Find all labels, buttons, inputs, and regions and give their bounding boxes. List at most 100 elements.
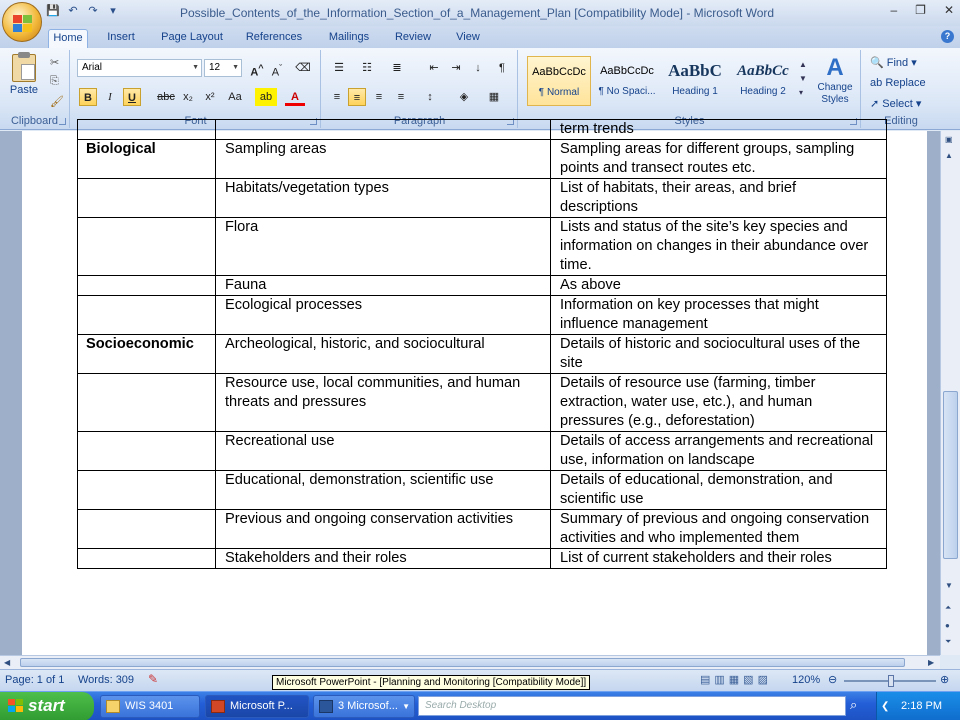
next-page-icon[interactable]: ⏷ xyxy=(945,637,951,647)
tab-insert[interactable]: Insert xyxy=(98,29,144,48)
category-cell[interactable] xyxy=(77,275,216,296)
numbering-icon[interactable]: ☷ xyxy=(356,59,378,77)
search-icon[interactable]: ⌕ xyxy=(850,697,857,713)
change-styles-button[interactable]: A Change Styles xyxy=(813,54,857,106)
align-right-icon[interactable]: ≡ xyxy=(370,88,388,106)
document-page[interactable]: term trends Biological Sampling areas Samp… xyxy=(22,119,927,655)
clipboard-launcher-icon[interactable] xyxy=(59,118,66,125)
vertical-scroll-thumb[interactable] xyxy=(943,391,958,559)
font-name-select[interactable]: Arial ▼ xyxy=(77,59,202,77)
category-cell[interactable] xyxy=(77,509,216,549)
minimize-button[interactable]: – xyxy=(890,3,897,17)
clock[interactable]: 2:18 PM xyxy=(901,700,942,712)
align-center-icon[interactable]: ≡ xyxy=(348,88,366,106)
style-heading-1[interactable]: AaBbC Heading 1 xyxy=(663,56,727,106)
show-marks-icon[interactable]: ¶ xyxy=(492,59,512,77)
style-no-spacing[interactable]: AaBbCcDc ¶ No Spaci... xyxy=(595,56,659,106)
description-cell[interactable]: Summary of previous and ongoing conserva… xyxy=(550,509,887,549)
font-size-select[interactable]: 12 ▼ xyxy=(204,59,242,77)
tab-page-layout[interactable]: Page Layout xyxy=(156,29,228,48)
save-icon[interactable]: 💾 xyxy=(46,4,60,18)
help-icon[interactable]: ? xyxy=(941,30,954,43)
office-button[interactable] xyxy=(2,2,42,42)
borders-icon[interactable]: ▦ xyxy=(482,88,506,106)
item-cell[interactable]: Ecological processes xyxy=(215,295,551,335)
tab-mailings[interactable]: Mailings xyxy=(320,29,378,48)
taskbar-item-powerpoint[interactable]: Microsoft P... xyxy=(205,695,309,718)
category-cell[interactable]: Biological xyxy=(77,139,216,179)
italic-button[interactable]: I xyxy=(101,88,119,106)
underline-button[interactable]: U xyxy=(123,88,141,106)
category-cell[interactable] xyxy=(77,373,216,432)
item-cell[interactable]: Educational, demonstration, scientific u… xyxy=(215,470,551,510)
tab-references[interactable]: References xyxy=(240,29,308,48)
item-cell[interactable]: Fauna xyxy=(215,275,551,296)
copy-icon[interactable]: ⎘ xyxy=(50,75,59,88)
browse-object-icon[interactable]: ● xyxy=(945,621,950,630)
zoom-slider-thumb[interactable] xyxy=(888,675,894,687)
item-cell[interactable]: Habitats/vegetation types xyxy=(215,178,551,218)
item-cell[interactable]: Flora xyxy=(215,217,551,276)
item-cell[interactable]: Previous and ongoing conservation activi… xyxy=(215,509,551,549)
bold-button[interactable]: B xyxy=(79,88,97,106)
taskbar-item-word-group[interactable]: 3 Microsof... ▼ xyxy=(313,695,415,718)
justify-icon[interactable]: ≡ xyxy=(392,88,410,106)
styles-scroll[interactable]: ▲ ▼ ▾ xyxy=(799,58,807,100)
style-normal[interactable]: AaBbCcDc ¶ Normal xyxy=(527,56,591,106)
shading-icon[interactable]: ◈ xyxy=(452,88,476,106)
undo-icon[interactable]: ↶ xyxy=(66,4,80,18)
category-cell[interactable] xyxy=(77,119,216,140)
description-cell[interactable]: List of current stakeholders and their r… xyxy=(550,548,887,569)
description-cell[interactable]: Details of resource use (farming, timber… xyxy=(550,373,887,432)
item-cell[interactable]: Archeological, historic, and sociocultur… xyxy=(215,334,551,374)
word-count[interactable]: Words: 309 xyxy=(78,674,134,686)
description-cell[interactable]: Details of historic and sociocultural us… xyxy=(550,334,887,374)
change-case-button[interactable]: Aa xyxy=(223,88,247,106)
description-cell[interactable]: As above xyxy=(550,275,887,296)
item-cell[interactable] xyxy=(215,119,551,140)
tab-review[interactable]: Review xyxy=(390,29,436,48)
highlight-color-icon[interactable]: ab xyxy=(255,88,277,106)
description-cell[interactable]: Lists and status of the site’s key speci… xyxy=(550,217,887,276)
tray-arrow-icon[interactable]: ❮ xyxy=(881,692,889,720)
taskbar-item-wis3401[interactable]: WIS 3401 xyxy=(100,695,200,718)
zoom-slider[interactable] xyxy=(844,675,936,687)
shrink-font-icon[interactable]: Aˇ xyxy=(267,59,287,79)
search-desktop-input[interactable]: Search Desktop xyxy=(418,696,846,716)
strikethrough-button[interactable]: abc xyxy=(155,88,177,106)
style-heading-2[interactable]: AaBbCc Heading 2 xyxy=(731,56,795,106)
restore-button[interactable]: ❐ xyxy=(915,3,926,17)
customize-qat-icon[interactable]: ▾ xyxy=(106,4,120,18)
page-count[interactable]: Page: 1 of 1 xyxy=(5,674,64,686)
zoom-level[interactable]: 120% xyxy=(792,674,820,686)
description-cell[interactable]: List of habitats, their areas, and brief… xyxy=(550,178,887,218)
subscript-button[interactable]: x₂ xyxy=(179,88,197,106)
scroll-up-icon[interactable]: ▲ xyxy=(945,151,953,160)
close-button[interactable]: ✕ xyxy=(944,3,954,17)
item-cell[interactable]: Sampling areas xyxy=(215,139,551,179)
tab-home[interactable]: Home xyxy=(48,29,88,48)
vertical-scrollbar[interactable]: ▣ ▲ ▼ ⏶ ● ⏷ xyxy=(940,131,960,655)
increase-indent-icon[interactable]: ⇥ xyxy=(446,59,466,77)
view-buttons[interactable]: ▤▥▦▧▨ xyxy=(700,673,772,686)
scroll-left-icon[interactable]: ◀ xyxy=(4,658,10,667)
zoom-out-icon[interactable]: ⊖ xyxy=(828,673,837,686)
category-cell[interactable] xyxy=(77,178,216,218)
category-cell[interactable]: Socioeconomic xyxy=(77,334,216,374)
proofing-icon[interactable]: ✎ xyxy=(148,672,158,686)
category-cell[interactable] xyxy=(77,217,216,276)
font-color-icon[interactable]: A xyxy=(285,88,305,106)
tab-view[interactable]: View xyxy=(448,29,488,48)
category-cell[interactable] xyxy=(77,470,216,510)
ruler-toggle-icon[interactable]: ▣ xyxy=(945,135,953,144)
scroll-right-icon[interactable]: ▶ xyxy=(928,658,934,667)
horizontal-scroll-thumb[interactable] xyxy=(20,658,905,667)
find-button[interactable]: 🔍 Find ▾ xyxy=(870,56,917,69)
description-cell[interactable]: Details of access arrangements and recre… xyxy=(550,431,887,471)
clear-format-icon[interactable]: ⌫ xyxy=(293,59,313,77)
bullets-icon[interactable]: ☰ xyxy=(328,59,350,77)
description-cell[interactable]: term trends xyxy=(550,119,887,140)
paste-button[interactable]: Paste xyxy=(6,52,42,104)
sort-icon[interactable]: ↓ xyxy=(468,59,488,77)
start-button[interactable]: start xyxy=(0,692,94,720)
